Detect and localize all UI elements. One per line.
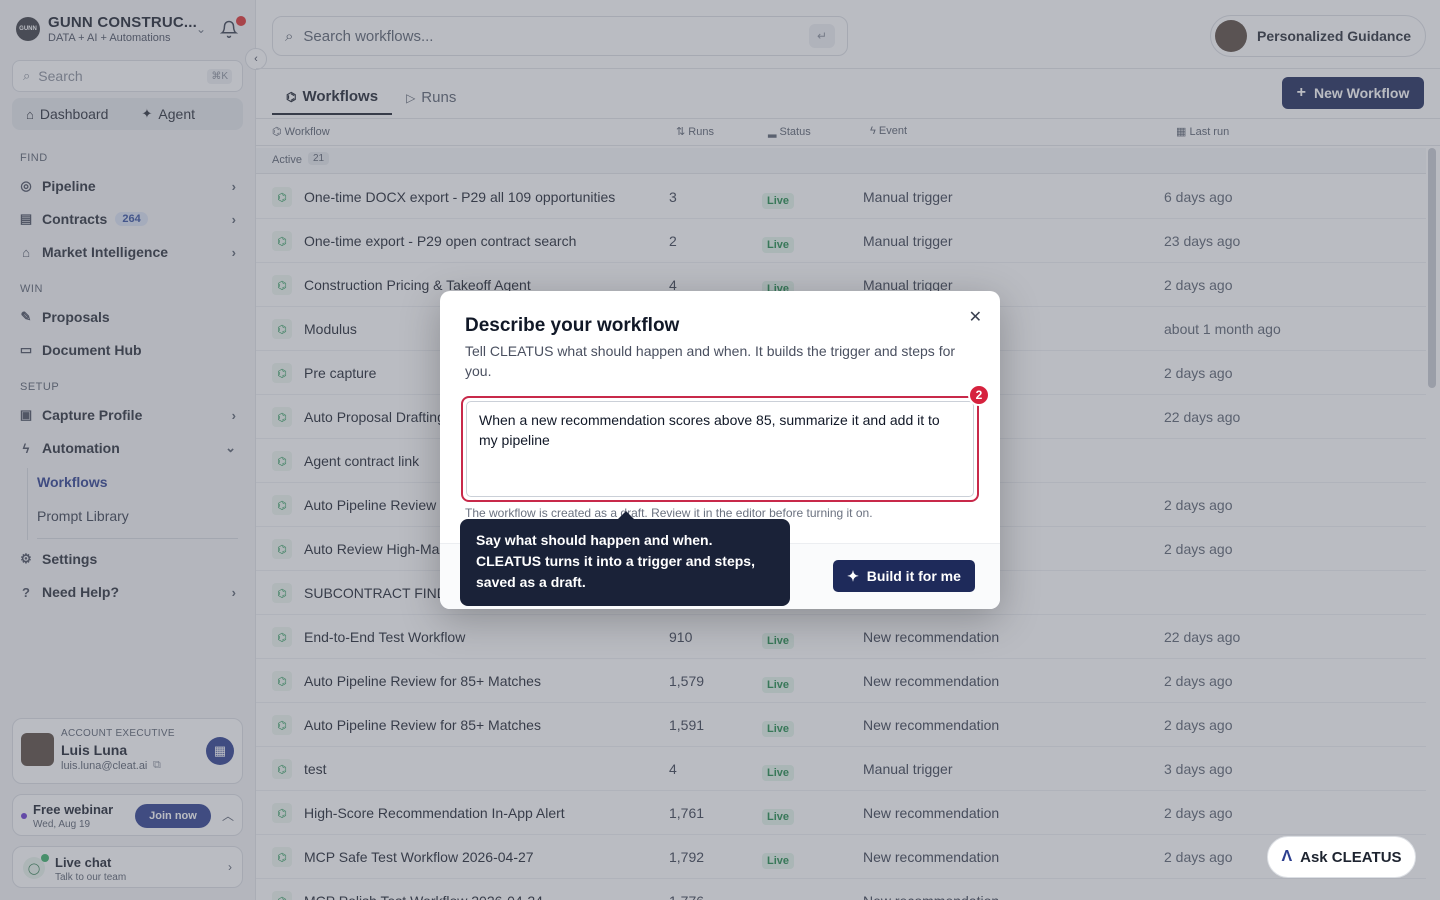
- step-marker: 2: [968, 384, 990, 406]
- close-icon[interactable]: ✕: [969, 307, 982, 327]
- build-label: Build it for me: [866, 568, 961, 584]
- cleatus-logo-icon: Λ: [1281, 848, 1293, 865]
- workflow-description-input[interactable]: [466, 401, 974, 497]
- ask-cleatus-button[interactable]: Λ Ask CLEATUS: [1267, 836, 1416, 878]
- guide-tooltip: Say what should happen and when. CLEATUS…: [460, 511, 790, 606]
- draft-note: The workflow is created as a draft. Revi…: [465, 506, 873, 520]
- ask-label: Ask CLEATUS: [1300, 848, 1402, 866]
- modal-title: Describe your workflow: [465, 315, 680, 336]
- sparkle-icon: ✦: [847, 567, 859, 584]
- description-field-highlight: [461, 396, 979, 502]
- app: GUNN GUNN CONSTRUC... DATA + AI + Automa…: [0, 0, 1440, 900]
- modal-subtitle: Tell CLEATUS what should happen and when…: [465, 343, 956, 379]
- build-it-for-me-button[interactable]: ✦ Build it for me: [833, 560, 975, 592]
